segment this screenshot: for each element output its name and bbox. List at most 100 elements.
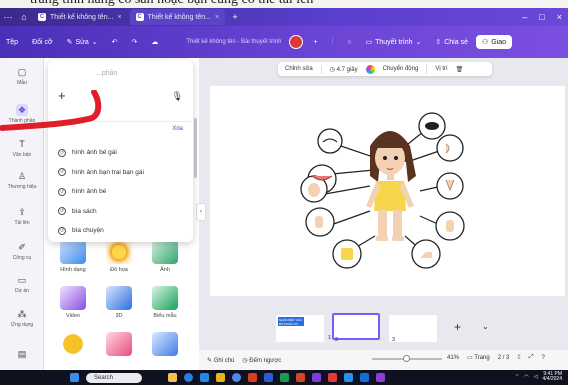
rail-item-text[interactable]: T Văn bản bbox=[0, 138, 44, 158]
timer-button[interactable]: ◷ Đếm ngược bbox=[242, 357, 281, 364]
powerpoint-icon[interactable] bbox=[296, 373, 305, 382]
category-audio[interactable] bbox=[102, 332, 136, 359]
recent-search-item[interactable]: ↺ hình ảnh bạn trai bạn gái bbox=[58, 163, 188, 183]
new-tab-button[interactable]: + bbox=[227, 12, 243, 22]
start-icon[interactable] bbox=[70, 373, 79, 382]
animate-button[interactable]: Chuyển động bbox=[383, 66, 419, 72]
edit-design-button[interactable]: Chỉnh sửa bbox=[285, 66, 313, 72]
category-shapes[interactable]: Hình dạng bbox=[56, 240, 90, 273]
zoom-value[interactable]: 41% bbox=[447, 355, 459, 361]
search-input[interactable]: ...phần + 🎙 bbox=[48, 60, 193, 122]
category-3d[interactable]: 3D bbox=[102, 286, 136, 319]
app-icon[interactable] bbox=[344, 373, 353, 382]
recent-search-item[interactable]: ↺ hình ảnh bé bbox=[58, 182, 188, 202]
share-button[interactable]: ⇧ Chia sẻ bbox=[435, 38, 468, 47]
rail-item-apps[interactable]: ⁂ Ứng dụng bbox=[0, 308, 44, 328]
category-stickers[interactable] bbox=[56, 332, 90, 359]
notes-button[interactable]: ✎ Ghi chú bbox=[207, 357, 234, 364]
duration-button[interactable]: ◷ 4.7 giây bbox=[330, 66, 358, 73]
word-icon[interactable] bbox=[264, 373, 273, 382]
add-collaborator-icon[interactable]: + bbox=[313, 39, 317, 46]
wifi-icon[interactable]: ◠ bbox=[524, 374, 528, 380]
edit-menu[interactable]: ✎ Sửa ⌄ bbox=[67, 38, 98, 47]
slide-thumbnail-selected[interactable] bbox=[332, 313, 380, 340]
microphone-icon[interactable]: 🎙 bbox=[172, 91, 183, 102]
zoom-slider-handle[interactable] bbox=[403, 355, 410, 362]
recent-search-item[interactable]: ↺ bìa chuyện bbox=[58, 221, 188, 241]
pages-button[interactable]: ▭ Trang bbox=[467, 354, 490, 361]
rail-item-templates[interactable]: ▢ Mẫu bbox=[0, 66, 44, 86]
slide-thumbnail[interactable]: NHẬN BIẾT CÁC BỘ PHẬN CƠ THỂ bbox=[276, 315, 324, 342]
position-button[interactable]: Vị trí bbox=[435, 66, 447, 72]
help-icon[interactable]: ? bbox=[542, 355, 545, 361]
slide-canvas[interactable] bbox=[210, 86, 565, 296]
edge-icon[interactable] bbox=[184, 373, 193, 382]
office-icon[interactable] bbox=[248, 373, 257, 382]
resize-button[interactable]: Đổi cỡ bbox=[32, 39, 53, 46]
app-icon[interactable] bbox=[360, 373, 369, 382]
add-page-button[interactable]: + bbox=[454, 320, 461, 334]
app-icon[interactable] bbox=[328, 373, 337, 382]
photos-thumb bbox=[152, 240, 178, 264]
fullscreen-icon[interactable]: ⤢ bbox=[529, 354, 534, 361]
widgets-icon[interactable] bbox=[168, 373, 177, 382]
category-videos[interactable]: Video bbox=[56, 286, 90, 319]
rail-item-elements[interactable]: ❖ Thành phần bbox=[0, 104, 44, 124]
comment-icon[interactable]: ○ bbox=[347, 39, 351, 46]
home-icon[interactable]: ⌂ bbox=[16, 12, 32, 22]
timer-label: Đếm ngược bbox=[249, 357, 282, 364]
close-tab-icon[interactable]: × bbox=[117, 14, 121, 21]
category-charts[interactable] bbox=[148, 332, 182, 359]
taskbar-search[interactable]: Search bbox=[86, 373, 142, 383]
trash-icon[interactable]: 🗑 bbox=[456, 66, 464, 73]
slide-thumbnail[interactable] bbox=[389, 315, 437, 342]
clear-history-link[interactable]: Xóa bbox=[172, 126, 183, 132]
cloud-save-icon[interactable]: ☁ bbox=[151, 38, 158, 46]
document-title[interactable]: Thiết kế không tên - Bài thuyết trình bbox=[186, 39, 281, 45]
add-icon[interactable]: + bbox=[58, 88, 66, 103]
category-forms[interactable]: Biểu mẫu bbox=[148, 286, 182, 319]
cropped-text-strip: trang tính năng có sẵn hoặc bạn cũng có … bbox=[0, 0, 568, 8]
excel-icon[interactable] bbox=[280, 373, 289, 382]
app-icon[interactable] bbox=[376, 373, 385, 382]
rail-item-brand[interactable]: ♙ Thương hiệu bbox=[0, 170, 44, 190]
undo-icon[interactable]: ↶ bbox=[112, 38, 118, 46]
recent-search-item[interactable]: ↺ bìa sách bbox=[58, 202, 188, 222]
more-icon[interactable]: ⋯ bbox=[0, 12, 16, 23]
pages-label: Trang bbox=[474, 355, 490, 361]
category-graphics[interactable]: Đồ họa bbox=[102, 240, 136, 273]
close-tab-icon[interactable]: × bbox=[215, 14, 219, 21]
notes-label: Ghi chú bbox=[213, 357, 235, 364]
minimize-button[interactable]: – bbox=[522, 12, 527, 22]
close-button[interactable]: × bbox=[557, 12, 562, 22]
rail-item-more[interactable]: ▤ bbox=[0, 348, 44, 362]
clock[interactable]: 9:41 PM 4/4/2024 bbox=[543, 372, 562, 382]
rail-item-tools[interactable]: ✐ Công cụ bbox=[0, 241, 44, 261]
file-menu[interactable]: Tệp bbox=[6, 39, 18, 46]
color-wheel-icon[interactable] bbox=[365, 64, 375, 74]
grid-view-icon[interactable]: ⁞⁞ bbox=[517, 355, 520, 361]
deliver-button[interactable]: ⚇ Giao bbox=[475, 35, 513, 49]
present-button[interactable]: ▭ Thuyết trình ⌄ bbox=[366, 38, 422, 47]
folder-icon[interactable] bbox=[216, 373, 225, 382]
analytics-icon[interactable]: ⫶ bbox=[332, 38, 334, 46]
browser-tab-2[interactable]: C Thiết kế không tên... × bbox=[129, 9, 226, 25]
rail-item-uploads[interactable]: ⇪ Tải lên bbox=[0, 206, 44, 226]
maximize-button[interactable]: □ bbox=[539, 12, 544, 22]
category-photos[interactable]: Ảnh bbox=[148, 240, 182, 273]
redo-icon[interactable]: ↷ bbox=[131, 38, 137, 46]
canva-app-icon[interactable] bbox=[312, 373, 321, 382]
recent-search-item[interactable]: ↺ hình ảnh bé gái bbox=[58, 143, 188, 163]
browser-tab-1[interactable]: C Thiết kế không tên... × bbox=[32, 9, 128, 25]
avatar[interactable] bbox=[289, 35, 304, 49]
panel-scrollbar[interactable] bbox=[194, 118, 197, 178]
app-icon[interactable] bbox=[200, 373, 209, 382]
chevron-up-icon[interactable]: ⌃ bbox=[515, 374, 519, 380]
rail-item-projects[interactable]: ▭ Dự án bbox=[0, 274, 44, 294]
volume-icon[interactable]: ◁ bbox=[534, 374, 538, 380]
collapse-panel-button[interactable]: ‹ bbox=[196, 203, 206, 221]
chevron-down-icon[interactable]: ⌄ bbox=[482, 322, 489, 331]
side-rail: ▢ Mẫu ❖ Thành phần T Văn bản ♙ Thương hi… bbox=[0, 58, 44, 370]
chrome-icon[interactable] bbox=[232, 373, 241, 382]
deliver-label: Giao bbox=[491, 38, 507, 46]
